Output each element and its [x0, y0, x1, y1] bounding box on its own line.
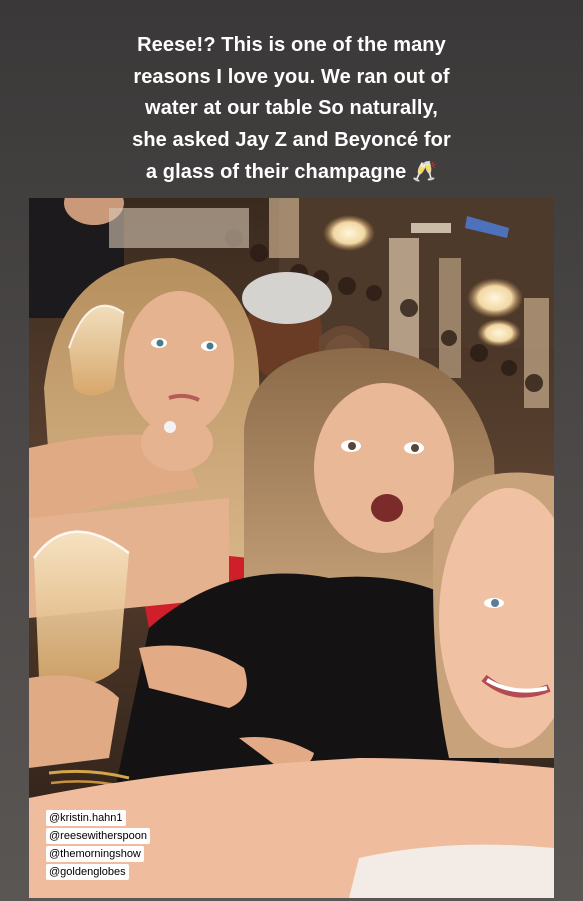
champagne-glass: [34, 531, 129, 686]
instagram-story: Reese!? This is one of the many reasons …: [0, 0, 583, 901]
table-edge: [109, 208, 249, 248]
caption-line: Reese!? This is one of the many: [137, 34, 446, 56]
caption-line: a glass of their champagne 🥂: [70, 156, 513, 189]
pillar: [269, 198, 299, 258]
caption-text: a glass of their champagne: [145, 161, 407, 183]
caption-line: she asked Jay Z and Beyoncé for: [132, 128, 451, 151]
selfie-photo[interactable]: @kristin.hahn1 @reesewitherspoon @themor…: [29, 198, 554, 898]
grey-hair: [242, 272, 332, 324]
hand-holding-glass: [29, 675, 119, 768]
mention-tag[interactable]: @kristin.hahn1: [46, 810, 126, 826]
mention-tag[interactable]: @reesewitherspoon: [46, 828, 150, 844]
chandelier: [323, 215, 375, 251]
photo-illustration: [29, 198, 554, 898]
open-mouth: [371, 494, 403, 522]
mention-tag[interactable]: @goldenglobes: [46, 864, 129, 880]
ring: [164, 421, 176, 433]
hands: [141, 415, 213, 471]
blonde-woman-face: [124, 291, 234, 435]
mention-tag[interactable]: @themorningshow: [46, 846, 144, 862]
champagne-emoji-icon: 🥂: [412, 159, 438, 183]
pillar: [439, 258, 461, 378]
ceiling-light: [411, 223, 451, 233]
story-caption: Reese!? This is one of the many reasons …: [70, 30, 513, 189]
caption-line: reasons I love you. We ran out of: [133, 65, 450, 88]
mention-tags: @kristin.hahn1 @reesewitherspoon @themor…: [46, 810, 150, 880]
chandelier: [467, 278, 523, 318]
chandelier: [477, 319, 521, 347]
middle-woman-face: [314, 383, 454, 553]
caption-line: water at our table So naturally,: [145, 97, 438, 119]
